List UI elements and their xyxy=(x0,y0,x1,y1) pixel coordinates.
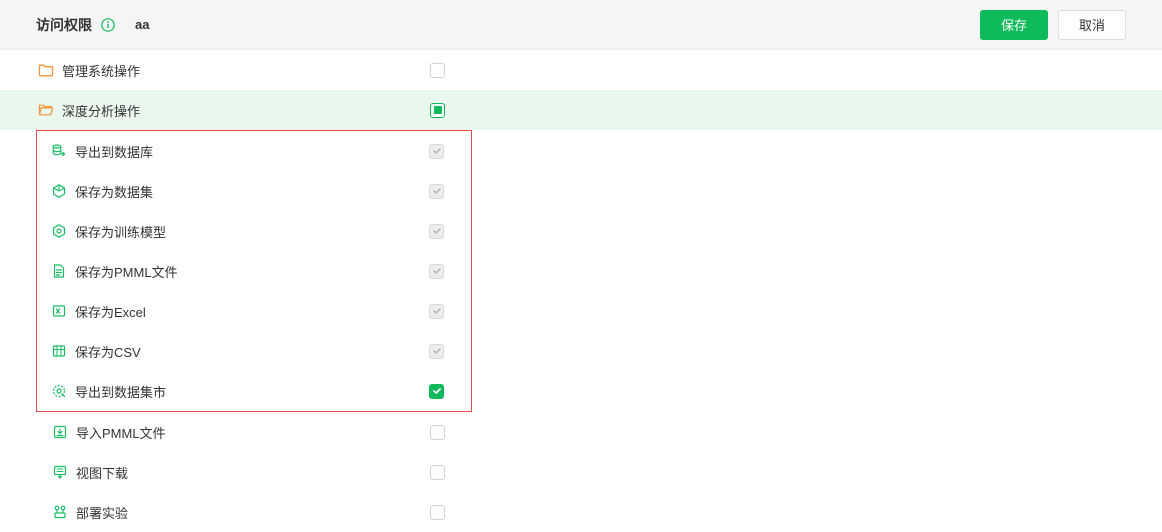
checkbox-indeterminate[interactable] xyxy=(430,103,445,118)
header-actions: 保存 取消 xyxy=(980,10,1126,40)
row-label: 保存为Excel xyxy=(75,302,146,321)
pmml-file-icon xyxy=(51,263,67,279)
info-icon[interactable] xyxy=(100,17,115,32)
permission-list: 管理系统操作 深度分析操作 导出到数据库 xyxy=(0,50,1162,532)
folder-row-system-manage[interactable]: 管理系统操作 xyxy=(0,50,1162,90)
row-save-excel[interactable]: 保存为Excel xyxy=(37,291,471,331)
folder-open-icon xyxy=(38,102,54,118)
checkbox-disabled-checked[interactable] xyxy=(429,264,444,279)
page-title: 访问权限 xyxy=(36,15,92,35)
row-save-csv[interactable]: 保存为CSV xyxy=(37,331,471,371)
highlight-box: 导出到数据库 保存为数据集 保存为训练模型 xyxy=(36,130,472,412)
model-icon xyxy=(51,223,67,239)
save-button[interactable]: 保存 xyxy=(980,10,1048,40)
row-deploy-experiment[interactable]: 部署实验 xyxy=(0,492,1162,532)
import-pmml-icon xyxy=(52,424,68,440)
row-save-model[interactable]: 保存为训练模型 xyxy=(37,211,471,251)
row-label: 导出到数据库 xyxy=(75,142,153,161)
row-label: 保存为训练模型 xyxy=(75,222,166,241)
download-icon xyxy=(52,464,68,480)
excel-icon xyxy=(51,303,67,319)
checkbox-disabled-checked[interactable] xyxy=(429,224,444,239)
row-export-db[interactable]: 导出到数据库 xyxy=(37,131,471,171)
row-label: 保存为PMML文件 xyxy=(75,262,178,281)
dataset-icon xyxy=(51,183,67,199)
csv-icon xyxy=(51,343,67,359)
checkbox-empty[interactable] xyxy=(430,465,445,480)
header-left: 访问权限 aa xyxy=(36,15,149,35)
checkbox-disabled-checked[interactable] xyxy=(429,304,444,319)
checkbox-empty[interactable] xyxy=(430,425,445,440)
checkbox-disabled-checked[interactable] xyxy=(429,184,444,199)
checkbox-disabled-checked[interactable] xyxy=(429,344,444,359)
cancel-button[interactable]: 取消 xyxy=(1058,10,1126,40)
datamart-icon xyxy=(51,383,67,399)
row-save-dataset[interactable]: 保存为数据集 xyxy=(37,171,471,211)
subtitle-text: aa xyxy=(135,17,149,32)
row-view-download[interactable]: 视图下载 xyxy=(0,452,1162,492)
row-label: 深度分析操作 xyxy=(62,101,140,120)
row-label: 导出到数据集市 xyxy=(75,382,166,401)
row-label: 管理系统操作 xyxy=(62,61,140,80)
row-label: 保存为数据集 xyxy=(75,182,153,201)
row-label: 视图下载 xyxy=(76,463,128,482)
row-label: 部署实验 xyxy=(76,503,128,522)
row-save-pmml[interactable]: 保存为PMML文件 xyxy=(37,251,471,291)
deploy-icon xyxy=(52,504,68,520)
checkbox-disabled-checked[interactable] xyxy=(429,144,444,159)
row-label: 导入PMML文件 xyxy=(76,423,166,442)
row-import-pmml[interactable]: 导入PMML文件 xyxy=(0,412,1162,452)
export-db-icon xyxy=(51,143,67,159)
header-bar: 访问权限 aa 保存 取消 xyxy=(0,0,1162,50)
row-export-datamart[interactable]: 导出到数据集市 xyxy=(37,371,471,411)
row-label: 保存为CSV xyxy=(75,342,141,361)
checkbox-checked[interactable] xyxy=(429,384,444,399)
folder-icon xyxy=(38,62,54,78)
checkbox-empty[interactable] xyxy=(430,505,445,520)
checkbox-empty[interactable] xyxy=(430,63,445,78)
folder-row-deep-analysis[interactable]: 深度分析操作 xyxy=(0,90,1162,130)
